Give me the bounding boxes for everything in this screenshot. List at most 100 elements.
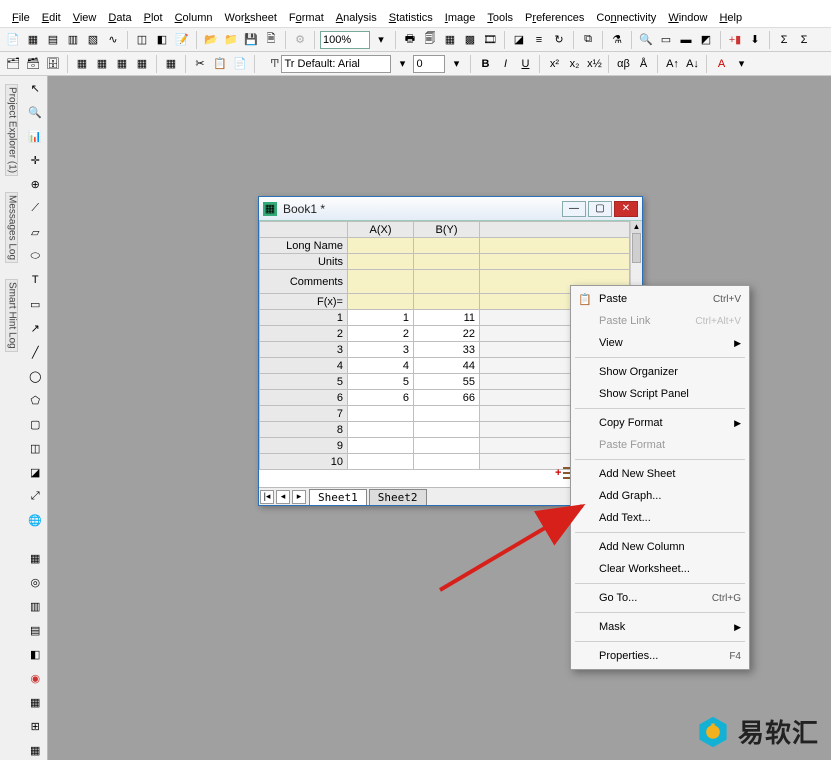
zoom-dropdown-icon[interactable]: ▾ <box>372 31 390 49</box>
menu-statistics[interactable]: Statistics <box>383 10 439 26</box>
cell[interactable]: 11 <box>414 310 480 326</box>
label-fx[interactable]: F(x)= <box>260 294 348 310</box>
plot9-icon[interactable]: ▦ <box>25 740 45 760</box>
import-wizard-icon[interactable]: 🗂 <box>4 55 22 73</box>
new-excel-icon[interactable]: ▧ <box>84 31 102 49</box>
fontsize-dropdown-icon[interactable]: ▾ <box>447 55 465 73</box>
menu-plot[interactable]: Plot <box>138 10 169 26</box>
command-window-icon[interactable]: ▬ <box>677 31 695 49</box>
ctx-copy-format[interactable]: Copy Format▶ <box>573 412 747 434</box>
find-icon[interactable]: 🔍 <box>637 31 655 49</box>
print-preview-icon[interactable]: 🗐 <box>421 31 439 49</box>
tab-sheet2[interactable]: Sheet2 <box>369 489 427 505</box>
open-template-icon[interactable]: 📁 <box>222 31 240 49</box>
save-icon[interactable]: 💾 <box>242 31 260 49</box>
cell[interactable]: 66 <box>414 390 480 406</box>
cell[interactable]: 22 <box>414 326 480 342</box>
underline-icon[interactable]: U <box>516 55 534 73</box>
workbook-titlebar[interactable]: ▦ Book1 * — ▢ ✕ <box>259 197 642 221</box>
copy-icon[interactable]: 📋 <box>211 55 229 73</box>
plot5-icon[interactable]: ◧ <box>25 644 45 664</box>
font-color-icon[interactable]: A <box>712 55 730 73</box>
increase-font-icon[interactable]: A↑ <box>663 55 681 73</box>
circle-tool-icon[interactable]: ◯ <box>25 366 45 386</box>
ctx-add-new-sheet[interactable]: Add New Sheet <box>573 463 747 485</box>
plot6-icon[interactable]: ◉ <box>25 668 45 688</box>
polygon-tool-icon[interactable]: ⬠ <box>25 390 45 410</box>
import-multi-icon[interactable]: ▩ <box>461 31 479 49</box>
reader-icon[interactable]: 📊 <box>25 126 45 146</box>
col-header-b[interactable]: B(Y) <box>414 222 480 238</box>
row1-icon[interactable]: ▦ <box>73 55 91 73</box>
cell[interactable]: 55 <box>414 374 480 390</box>
col-header-a[interactable]: A(X) <box>348 222 414 238</box>
digitizer-icon[interactable]: ◩ <box>697 31 715 49</box>
italic-icon[interactable]: I <box>496 55 514 73</box>
row-header[interactable]: 1 <box>260 310 348 326</box>
new-project-icon[interactable]: 📄 <box>4 31 22 49</box>
tab-sheet1[interactable]: Sheet1 <box>309 489 367 505</box>
import-single-icon[interactable]: ▦ <box>441 31 459 49</box>
cell[interactable] <box>414 422 480 438</box>
rect-tool-icon[interactable]: ▭ <box>25 294 45 314</box>
arrow-tool-icon[interactable]: ↗ <box>25 318 45 338</box>
ctx-clear-worksheet[interactable]: Clear Worksheet... <box>573 558 747 580</box>
cell[interactable] <box>414 406 480 422</box>
label-longname[interactable]: Long Name <box>260 238 348 254</box>
plot7-icon[interactable]: ▦ <box>25 692 45 712</box>
menu-file[interactable]: File <box>6 10 36 26</box>
new-matrix-icon[interactable]: ▥ <box>64 31 82 49</box>
ctx-add-new-column[interactable]: Add New Column <box>573 536 747 558</box>
pointer-icon[interactable]: ↖ <box>25 78 45 98</box>
new-function-icon[interactable]: ∿ <box>104 31 122 49</box>
row4-icon[interactable]: ▦ <box>133 55 151 73</box>
supersub-icon[interactable]: x½ <box>585 55 603 73</box>
sigma-icon[interactable]: Σ <box>795 31 813 49</box>
scroll-up-icon[interactable]: ▲ <box>631 221 642 233</box>
side-tab-smart-hint[interactable]: Smart Hint Log <box>5 279 18 352</box>
fontcolor-dropdown-icon[interactable]: ▾ <box>732 55 750 73</box>
side-tab-project-explorer[interactable]: Project Explorer (1) <box>5 84 18 176</box>
plot1-icon[interactable]: ▦ <box>25 548 45 568</box>
ctx-mask[interactable]: Mask▶ <box>573 616 747 638</box>
cell[interactable]: 5 <box>348 374 414 390</box>
region-icon[interactable]: ⬭ <box>25 246 45 266</box>
row-header[interactable]: 9 <box>260 438 348 454</box>
data-reader-icon[interactable]: ✛ <box>25 150 45 170</box>
row2-icon[interactable]: ▦ <box>93 55 111 73</box>
menu-window[interactable]: Window <box>662 10 713 26</box>
symbol-icon[interactable]: Å <box>634 55 652 73</box>
new-workbook-icon[interactable]: ▦ <box>24 31 42 49</box>
menu-image[interactable]: Image <box>439 10 482 26</box>
plot4-icon[interactable]: ▤ <box>25 620 45 640</box>
greek-icon[interactable]: αβ <box>614 55 632 73</box>
font-select[interactable] <box>281 55 391 73</box>
line-tool-icon[interactable]: ╱ <box>25 342 45 362</box>
menu-format[interactable]: Format <box>283 10 330 26</box>
side-tab-messages-log[interactable]: Messages Log <box>5 192 18 263</box>
font-size-input[interactable] <box>413 55 445 73</box>
menu-view[interactable]: View <box>67 10 103 26</box>
rotate-icon[interactable]: 🌐 <box>25 510 45 530</box>
code-builder-icon[interactable]: ⚗ <box>608 31 626 49</box>
ctx-show-organizer[interactable]: Show Organizer <box>573 361 747 383</box>
bold-icon[interactable]: B <box>476 55 494 73</box>
cell[interactable] <box>348 422 414 438</box>
cell[interactable]: 6 <box>348 390 414 406</box>
row-header[interactable]: 4 <box>260 358 348 374</box>
cut-icon[interactable]: ✂ <box>191 55 209 73</box>
down-icon[interactable]: ⬇ <box>746 31 764 49</box>
row-header[interactable]: 6 <box>260 390 348 406</box>
menu-analysis[interactable]: Analysis <box>330 10 383 26</box>
ctx-show-script-panel[interactable]: Show Script Panel <box>573 383 747 405</box>
minimize-button[interactable]: — <box>562 201 586 217</box>
save-template-icon[interactable]: 🗎 <box>262 31 280 49</box>
row-header[interactable]: 2 <box>260 326 348 342</box>
zoom-in-icon[interactable]: 🔍 <box>25 102 45 122</box>
menu-tools[interactable]: Tools <box>481 10 519 26</box>
cell[interactable]: 4 <box>348 358 414 374</box>
video-icon[interactable]: 🎞 <box>481 31 499 49</box>
data-selector-icon[interactable]: ⊕ <box>25 174 45 194</box>
menu-help[interactable]: Help <box>713 10 748 26</box>
tab-nav-prev-icon[interactable]: ◂ <box>276 490 290 504</box>
